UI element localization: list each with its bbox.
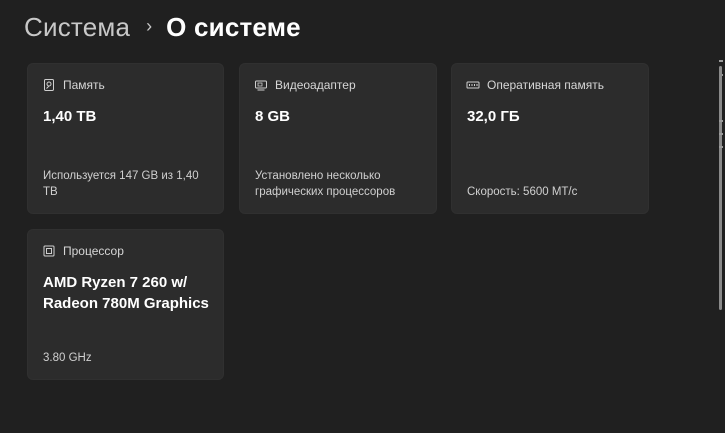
storage-icon [42, 78, 56, 92]
scroll-tick-top [719, 60, 723, 62]
processor-card-header: Процессор [42, 244, 124, 258]
scrollbar-thumb[interactable] [719, 66, 722, 310]
gpu-card[interactable]: Видеоадаптер 8 GB Установлено несколько … [239, 63, 437, 214]
storage-card-header: Память [42, 78, 105, 92]
scrollbar[interactable] [711, 0, 725, 433]
processor-card-title: Процессор [63, 244, 124, 258]
gpu-card-header: Видеоадаптер [254, 78, 356, 92]
ram-card-title: Оперативная память [487, 78, 604, 92]
gpu-memory-value: 8 GB [255, 108, 291, 125]
scroll-tick [719, 120, 723, 122]
gpu-detail: Установлено несколько графических процес… [255, 170, 396, 198]
storage-card[interactable]: Память 1,40 TB Используется 147 GB из 1,… [27, 63, 224, 214]
chevron-right-icon: › [146, 15, 153, 36]
ram-icon [466, 78, 480, 92]
gpu-card-title: Видеоадаптер [275, 78, 356, 92]
gpu-icon [254, 78, 268, 92]
scroll-tick [719, 133, 723, 135]
ram-card-header: Оперативная память [466, 78, 604, 92]
storage-usage-detail: Используется 147 GB из 1,40 TB [43, 170, 199, 198]
breadcrumb: Система › О системе [24, 10, 301, 44]
processor-name-value: AMD Ryzen 7 260 w/ Radeon 780M Graphics [43, 274, 209, 312]
storage-total-value: 1,40 TB [43, 108, 97, 125]
scroll-tick [719, 146, 723, 148]
ram-size-value: 32,0 ГБ [467, 108, 520, 125]
page-title: О системе [166, 11, 301, 42]
ram-speed-detail: Скорость: 5600 MT/с [467, 186, 578, 198]
processor-frequency-detail: 3.80 GHz [43, 352, 92, 364]
ram-card[interactable]: Оперативная память 32,0 ГБ Скорость: 560… [451, 63, 649, 214]
processor-icon [42, 244, 56, 258]
processor-card[interactable]: Процессор AMD Ryzen 7 260 w/ Radeon 780M… [27, 229, 224, 380]
breadcrumb-system-link[interactable]: Система [24, 12, 130, 43]
storage-card-title: Память [63, 78, 105, 92]
